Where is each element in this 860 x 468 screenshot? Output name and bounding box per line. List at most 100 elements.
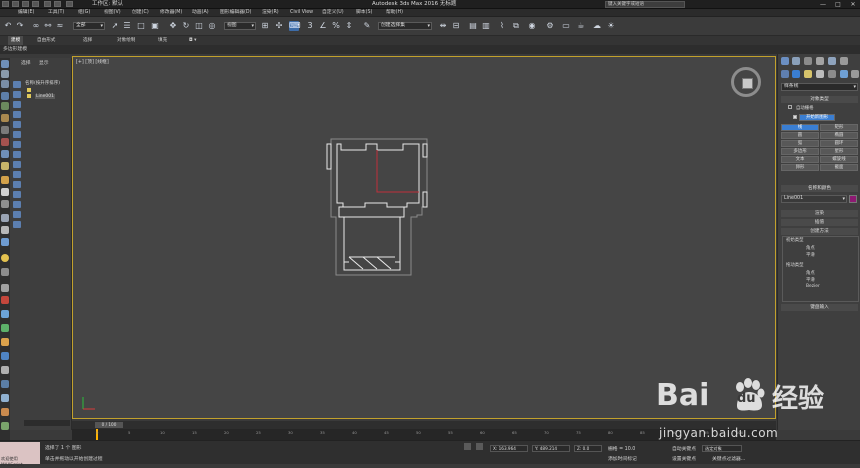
text-button[interactable]: 文本 xyxy=(781,156,819,163)
filter-container-icon[interactable] xyxy=(13,171,21,178)
motion-icon[interactable] xyxy=(1,394,9,402)
filter-group-icon[interactable] xyxy=(13,141,21,148)
redo-icon[interactable] xyxy=(54,1,61,7)
filter-warp-icon[interactable] xyxy=(13,131,21,138)
menu-edit[interactable]: 编辑(E) xyxy=(18,9,34,17)
set-key-label[interactable]: 设置关键点 xyxy=(672,455,696,462)
circle-button[interactable]: 圆 xyxy=(781,132,819,139)
link-icon[interactable]: ∞ xyxy=(31,21,41,31)
menu-civil-view[interactable]: Civil View xyxy=(290,9,313,17)
key-filters-button[interactable]: 关键点过滤器... xyxy=(712,455,745,462)
line-button[interactable]: 线 xyxy=(781,124,819,131)
creation-method-rollout[interactable]: 创建方法 xyxy=(781,228,858,235)
percent-snap-icon[interactable]: % xyxy=(331,21,341,31)
tab-object-paint[interactable]: 对象绘制 xyxy=(114,36,138,45)
start-new-shape-box[interactable] xyxy=(793,115,797,119)
camera-icon[interactable] xyxy=(1,188,9,196)
initial-smooth-radio[interactable]: 平滑 xyxy=(806,252,815,258)
filter-frozen-icon[interactable] xyxy=(13,181,21,188)
tab-selection[interactable]: 选择 xyxy=(80,36,95,45)
menu-tools[interactable]: 工具(T) xyxy=(48,9,64,17)
x-coordinate-field[interactable]: X: 163.964 xyxy=(490,445,528,452)
spline-icon[interactable] xyxy=(1,226,9,234)
explorer-tab-select[interactable]: 选择 xyxy=(21,59,31,66)
render-iterative-icon[interactable]: ☁ xyxy=(592,21,602,31)
app-icon[interactable] xyxy=(2,1,9,7)
motion-tab-icon[interactable] xyxy=(816,57,824,65)
select-scale-icon[interactable]: ◫ xyxy=(194,21,204,31)
keyboard-shortcut-toggle-icon[interactable]: ⌨ xyxy=(289,21,301,31)
foliage-icon[interactable] xyxy=(1,324,9,332)
cameras-category-icon[interactable] xyxy=(816,70,824,78)
material-icon[interactable] xyxy=(1,408,9,416)
donut-button[interactable]: 圆环 xyxy=(820,140,858,147)
menu-graph-editors[interactable]: 图形编辑器(D) xyxy=(220,9,251,17)
name-color-rollout[interactable]: 名称和颜色 xyxy=(781,185,858,192)
unlink-icon[interactable]: ⚯ xyxy=(43,21,53,31)
modify-tab-icon[interactable] xyxy=(792,57,800,65)
place-icon[interactable]: ◎ xyxy=(207,21,217,31)
redo-tool-icon[interactable]: ↷ xyxy=(15,21,25,31)
fluid-icon[interactable] xyxy=(1,310,9,318)
shapes-category-icon[interactable] xyxy=(792,70,800,78)
menu-views[interactable]: 视图(V) xyxy=(104,9,121,17)
angle-snap-icon[interactable]: ∠ xyxy=(318,21,328,31)
floor-plan-shape[interactable] xyxy=(73,57,777,420)
ngon-button[interactable]: 多边形 xyxy=(781,148,819,155)
maximize-button[interactable]: □ xyxy=(831,0,845,9)
start-new-shape-button[interactable]: 开始新图形 xyxy=(799,114,835,121)
save-file-icon[interactable] xyxy=(32,1,39,7)
select-object-icon[interactable]: ➚ xyxy=(110,21,120,31)
named-selection-dropdown[interactable]: 创建选择集 xyxy=(378,22,432,30)
menu-group[interactable]: 组(G) xyxy=(78,9,90,17)
filter-xref-icon[interactable] xyxy=(13,151,21,158)
render-production-icon[interactable]: ☕ xyxy=(576,21,586,31)
hierarchy-tab-icon[interactable] xyxy=(804,57,812,65)
filter-bone-icon[interactable] xyxy=(13,161,21,168)
search-input[interactable]: 键入关键字或短语 xyxy=(605,1,685,8)
dynamics-icon[interactable] xyxy=(1,296,9,304)
minimize-button[interactable]: — xyxy=(816,0,830,9)
filter-helper-icon[interactable] xyxy=(13,121,21,128)
menu-scripting[interactable]: 脚本(S) xyxy=(356,9,372,17)
y-coordinate-field[interactable]: Y: 489.214 xyxy=(532,445,570,452)
pivot-center-icon[interactable]: ⊞ xyxy=(260,21,270,31)
drag-smooth-radio[interactable]: 平滑 xyxy=(806,277,815,283)
project-folder-icon[interactable] xyxy=(66,1,73,7)
lights-category-icon[interactable] xyxy=(804,70,812,78)
rectangular-selection-icon[interactable]: □ xyxy=(136,21,146,31)
render-activeshade-icon[interactable]: ☀ xyxy=(606,21,616,31)
rendered-frame-window-icon[interactable]: ▭ xyxy=(561,21,571,31)
explorer-tab-display[interactable]: 显示 xyxy=(39,59,49,66)
menu-animation[interactable]: 动画(A) xyxy=(192,9,209,17)
box-icon[interactable] xyxy=(1,92,9,100)
align-icon[interactable]: ⊟ xyxy=(451,21,461,31)
filter-all-icon[interactable] xyxy=(13,201,21,208)
menu-modifiers[interactable]: 修改器(M) xyxy=(160,9,182,17)
ellipse-button[interactable]: 椭圆 xyxy=(820,132,858,139)
helpers-category-icon[interactable] xyxy=(828,70,836,78)
particle-icon[interactable] xyxy=(1,284,9,292)
tab-populate[interactable]: 填充 xyxy=(155,36,170,45)
display-tab-icon[interactable] xyxy=(828,57,836,65)
arc-button[interactable]: 弧 xyxy=(781,140,819,147)
display-icon[interactable] xyxy=(1,380,9,388)
tab-modeling[interactable]: 建模 xyxy=(8,36,24,45)
spacewarps-category-icon[interactable] xyxy=(840,70,848,78)
auto-grid-box[interactable] xyxy=(788,105,792,109)
ribbon-panel-label[interactable]: 多边形建模 xyxy=(3,45,27,54)
toggle-ribbon-icon[interactable]: ▥ xyxy=(481,21,491,31)
snaps-toggle-icon[interactable]: 3 xyxy=(305,21,315,31)
schematic-view-icon[interactable]: ⧉ xyxy=(511,21,521,31)
mirror-icon[interactable]: ⇹ xyxy=(438,21,448,31)
rectangle-button[interactable]: 矩形 xyxy=(820,124,858,131)
helix-button[interactable]: 螺旋线 xyxy=(820,156,858,163)
object-type-rollout[interactable]: 对象类型 xyxy=(781,96,858,103)
viewport-top[interactable]: [+] [顶] [线框] xyxy=(72,56,776,419)
filter-geometry-icon[interactable] xyxy=(13,81,21,88)
tab-freeform[interactable]: 自由形式 xyxy=(34,36,58,45)
spinner-snap-icon[interactable]: ⇕ xyxy=(344,21,354,31)
z-coordinate-field[interactable]: Z: 0.0 xyxy=(574,445,602,452)
modify-icon[interactable] xyxy=(1,70,9,78)
curve-editor-icon[interactable]: ⌇ xyxy=(497,21,507,31)
